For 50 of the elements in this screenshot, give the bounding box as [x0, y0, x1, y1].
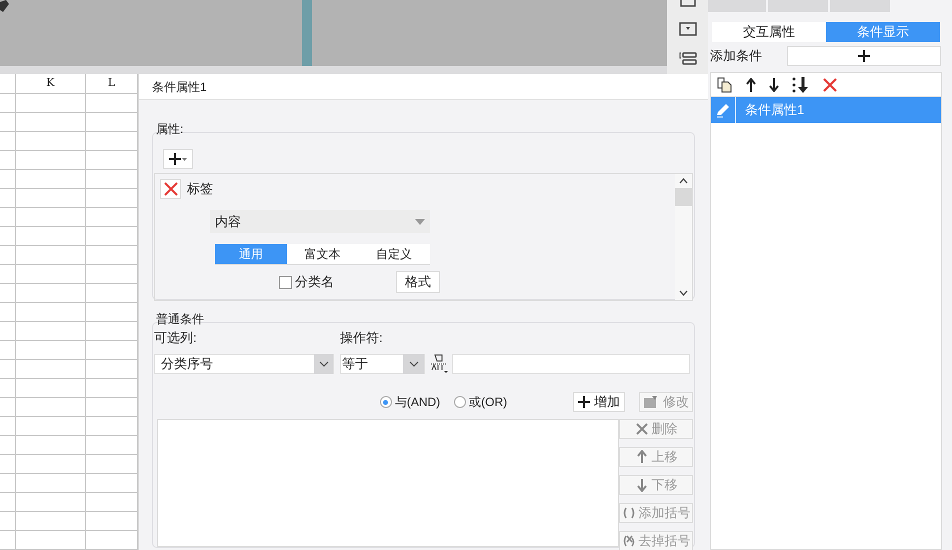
list-icon[interactable]: [678, 52, 696, 66]
caret-icon: [415, 218, 425, 224]
chevron-down-icon: [318, 360, 328, 366]
move-down-icon[interactable]: [769, 78, 779, 92]
section-legend: 普通条件: [156, 310, 695, 328]
move-up-icon[interactable]: [746, 78, 756, 92]
scroll-thumb[interactable]: [675, 188, 692, 206]
logic-radio[interactable]: 与(AND): [380, 393, 440, 411]
plus-icon: [169, 153, 181, 165]
remove-property-button[interactable]: [160, 179, 181, 199]
logic-radio[interactable]: 或(OR): [454, 393, 508, 411]
value-type-icon[interactable]: [429, 354, 449, 374]
add-button[interactable]: 增加: [573, 392, 625, 412]
caret-icon: [182, 158, 187, 160]
frame-icon[interactable]: [678, 0, 696, 8]
scroll-up-icon[interactable]: [679, 178, 688, 184]
copy-icon[interactable]: [717, 76, 733, 92]
add-property-button[interactable]: [163, 149, 193, 169]
field-label: 操作符:: [340, 329, 383, 348]
handle-icon[interactable]: [0, 0, 10, 15]
mode-tab[interactable]: 交互属性: [712, 22, 826, 42]
parentheses-icon: [622, 506, 636, 520]
column-select[interactable]: 分类序号: [154, 354, 334, 374]
scrollbar[interactable]: [675, 174, 692, 300]
column-header[interactable]: K: [16, 74, 86, 93]
parentheses-cross-icon: [622, 534, 636, 548]
dropdown-icon[interactable]: [678, 22, 696, 36]
scroll-down-icon[interactable]: [679, 290, 688, 296]
operator-select[interactable]: 等于: [340, 354, 425, 374]
property-label: 标签: [187, 180, 213, 198]
dialog-title: 条件属性1: [152, 78, 207, 96]
format-button[interactable]: 格式: [396, 271, 440, 293]
delete-icon[interactable]: [823, 78, 837, 92]
category-name-checkbox[interactable]: 分类名: [279, 272, 334, 292]
column-header[interactable]: L: [86, 74, 138, 93]
value-input[interactable]: [452, 354, 690, 374]
plus-icon: [858, 50, 870, 62]
chevron-down-icon: [408, 360, 418, 366]
section-legend: 属性:: [156, 120, 695, 138]
add-condition-label: 添加条件: [710, 47, 763, 66]
arrow-down-icon: [634, 478, 648, 492]
move-bottom-icon[interactable]: [792, 76, 810, 92]
edit-icon: [643, 395, 659, 409]
close-icon: [164, 182, 178, 196]
field-label: 可选列:: [154, 329, 198, 348]
arrow-up-icon: [634, 450, 648, 464]
plus-icon: [578, 396, 590, 408]
close-icon: [634, 422, 648, 436]
pencil-icon: [715, 102, 731, 118]
content-select[interactable]: 内容: [210, 210, 430, 233]
